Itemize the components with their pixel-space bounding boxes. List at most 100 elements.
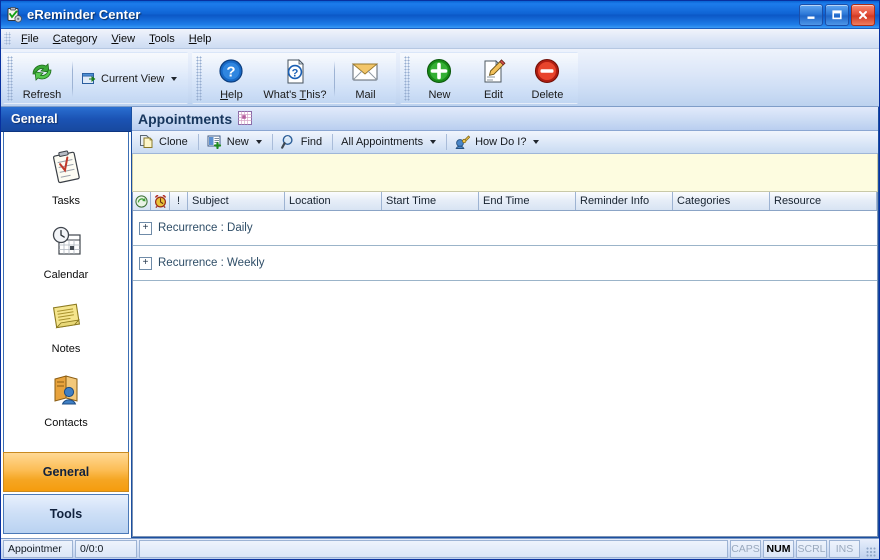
menu-item-help[interactable]: Help xyxy=(182,31,219,47)
grid-body: + Recurrence : Daily + Recurrence : Week… xyxy=(133,211,877,536)
sidebar-header: General xyxy=(1,107,131,132)
new-appointment-button[interactable]: New xyxy=(202,131,269,153)
delete-label: Delete xyxy=(531,89,564,101)
menu-item-category[interactable]: Category xyxy=(46,31,105,47)
toolbar-separator-2 xyxy=(334,60,336,97)
chevron-down-icon[interactable] xyxy=(171,76,178,81)
menu-grip-icon[interactable] xyxy=(4,32,11,45)
mail-label: Mail xyxy=(355,89,376,101)
status-context: Appointmer xyxy=(3,540,73,558)
filter-panel[interactable] xyxy=(132,154,878,192)
main-toolbar: Refresh Current View ? Help ? What's Thi… xyxy=(1,49,879,107)
contacts-book-icon xyxy=(46,371,86,412)
group-row-weekly[interactable]: + Recurrence : Weekly xyxy=(133,246,877,281)
calendar-clock-icon xyxy=(46,223,86,264)
column-header-subject[interactable]: Subject xyxy=(188,192,285,210)
recurrence-icon xyxy=(135,194,148,208)
envelope-icon xyxy=(349,57,381,87)
main-body: General Tasks Calendar Notes Contacts Ge… xyxy=(1,107,879,538)
sidebar-group-general[interactable]: General xyxy=(3,452,129,492)
column-header-reminder-info[interactable]: Reminder Info xyxy=(576,192,673,210)
how-do-i-icon xyxy=(455,134,471,150)
resize-grip-icon[interactable] xyxy=(862,540,877,558)
new-button[interactable]: New xyxy=(412,54,466,103)
sidebar-item-notes[interactable]: Notes xyxy=(4,294,128,358)
group-row-daily[interactable]: + Recurrence : Daily xyxy=(133,211,877,246)
grid-header-row: ! Subject Location Start Time End Time R… xyxy=(133,192,877,211)
sidebar-item-tasks[interactable]: Tasks xyxy=(4,146,128,210)
toolbar-group-view: Refresh Current View xyxy=(3,52,189,104)
help-button[interactable]: ? Help xyxy=(204,54,258,103)
help-label: Help xyxy=(220,89,243,101)
toolbar-grip-icon-2[interactable] xyxy=(196,56,203,101)
close-button[interactable] xyxy=(851,3,875,26)
edit-button[interactable]: Edit xyxy=(466,54,520,103)
clipboard-check-icon xyxy=(6,6,22,23)
sidebar-group-tools[interactable]: Tools xyxy=(3,494,129,534)
window-controls xyxy=(799,3,877,26)
mail-button[interactable]: Mail xyxy=(338,54,392,103)
column-header-location[interactable]: Location xyxy=(285,192,382,210)
pane-separator-4 xyxy=(446,134,448,150)
page-pencil-icon xyxy=(477,57,509,87)
sidebar-item-label-tasks: Tasks xyxy=(51,195,81,207)
pane-separator-1 xyxy=(197,134,199,150)
grid-table-icon xyxy=(238,110,254,127)
column-header-categories[interactable]: Categories xyxy=(673,192,770,210)
sidebar-items: Tasks Calendar Notes Contacts xyxy=(3,132,129,452)
help-circle-icon: ? xyxy=(215,57,247,87)
column-header-resource[interactable]: Resource xyxy=(770,192,877,210)
page-title: Appointments xyxy=(138,110,233,127)
find-label: Find xyxy=(300,136,323,148)
chevron-down-icon-howdoi[interactable] xyxy=(533,140,540,144)
window-view-icon xyxy=(81,71,97,87)
pane-title-bar: Appointments xyxy=(132,107,878,131)
current-view-button[interactable]: Current View xyxy=(76,67,184,91)
all-appointments-label: All Appointments xyxy=(341,136,424,148)
column-header-start-time[interactable]: Start Time xyxy=(382,192,479,210)
maximize-button[interactable] xyxy=(825,3,849,26)
status-bar: Appointmer 0/0:0 CAPS NUM SCRL INS xyxy=(1,538,879,559)
chevron-down-icon-new[interactable] xyxy=(255,140,262,144)
column-header-alarm[interactable] xyxy=(151,192,170,210)
new-appointment-label: New xyxy=(226,136,249,148)
all-appointments-filter[interactable]: All Appointments xyxy=(336,133,443,151)
sidebar-group-buttons: General Tools xyxy=(1,452,131,538)
content-pane: Appointments Clone New Find All Appointm… xyxy=(132,107,879,538)
pane-toolbar: Clone New Find All Appointments How Do I… xyxy=(132,131,878,154)
whats-this-button[interactable]: ? What's This? xyxy=(258,54,331,103)
toolbar-group-help: ? Help ? What's This? Mail xyxy=(192,52,397,104)
svg-text:?: ? xyxy=(292,68,299,80)
delete-button[interactable]: Delete xyxy=(520,54,574,103)
toolbar-grip-icon[interactable] xyxy=(7,56,13,101)
status-caps: CAPS xyxy=(730,540,761,558)
sidebar-item-calendar[interactable]: Calendar xyxy=(4,220,128,284)
magnifier-icon xyxy=(280,134,297,150)
new-label: New xyxy=(428,89,451,101)
toolbar-grip-icon-3[interactable] xyxy=(404,56,411,101)
how-do-i-button[interactable]: How Do I? xyxy=(450,131,546,153)
new-record-icon xyxy=(207,134,223,150)
pane-separator-3 xyxy=(332,134,334,150)
refresh-button[interactable]: Refresh xyxy=(15,54,69,103)
menu-item-tools[interactable]: Tools xyxy=(142,31,182,47)
menu-item-file[interactable]: File xyxy=(14,31,46,47)
application-window: eReminder Center File Category View Tool… xyxy=(0,0,880,560)
sidebar-item-contacts[interactable]: Contacts xyxy=(4,368,128,432)
chevron-down-icon-filter[interactable] xyxy=(430,140,437,144)
svg-text:?: ? xyxy=(227,64,236,81)
expander-icon-daily[interactable]: + xyxy=(139,221,152,235)
refresh-label: Refresh xyxy=(22,89,62,101)
column-header-end-time[interactable]: End Time xyxy=(479,192,576,210)
column-header-recurrence[interactable] xyxy=(133,192,151,210)
group-row-label-weekly: Recurrence : Weekly xyxy=(158,257,265,269)
find-button[interactable]: Find xyxy=(276,131,329,153)
minimize-button[interactable] xyxy=(799,3,823,26)
menu-item-view[interactable]: View xyxy=(104,31,142,47)
title-bar: eReminder Center xyxy=(1,1,879,29)
status-num: NUM xyxy=(763,540,794,558)
clone-button[interactable]: Clone xyxy=(134,131,195,153)
column-header-priority[interactable]: ! xyxy=(170,192,188,210)
expander-icon-weekly[interactable]: + xyxy=(139,256,152,270)
status-message xyxy=(139,540,728,558)
